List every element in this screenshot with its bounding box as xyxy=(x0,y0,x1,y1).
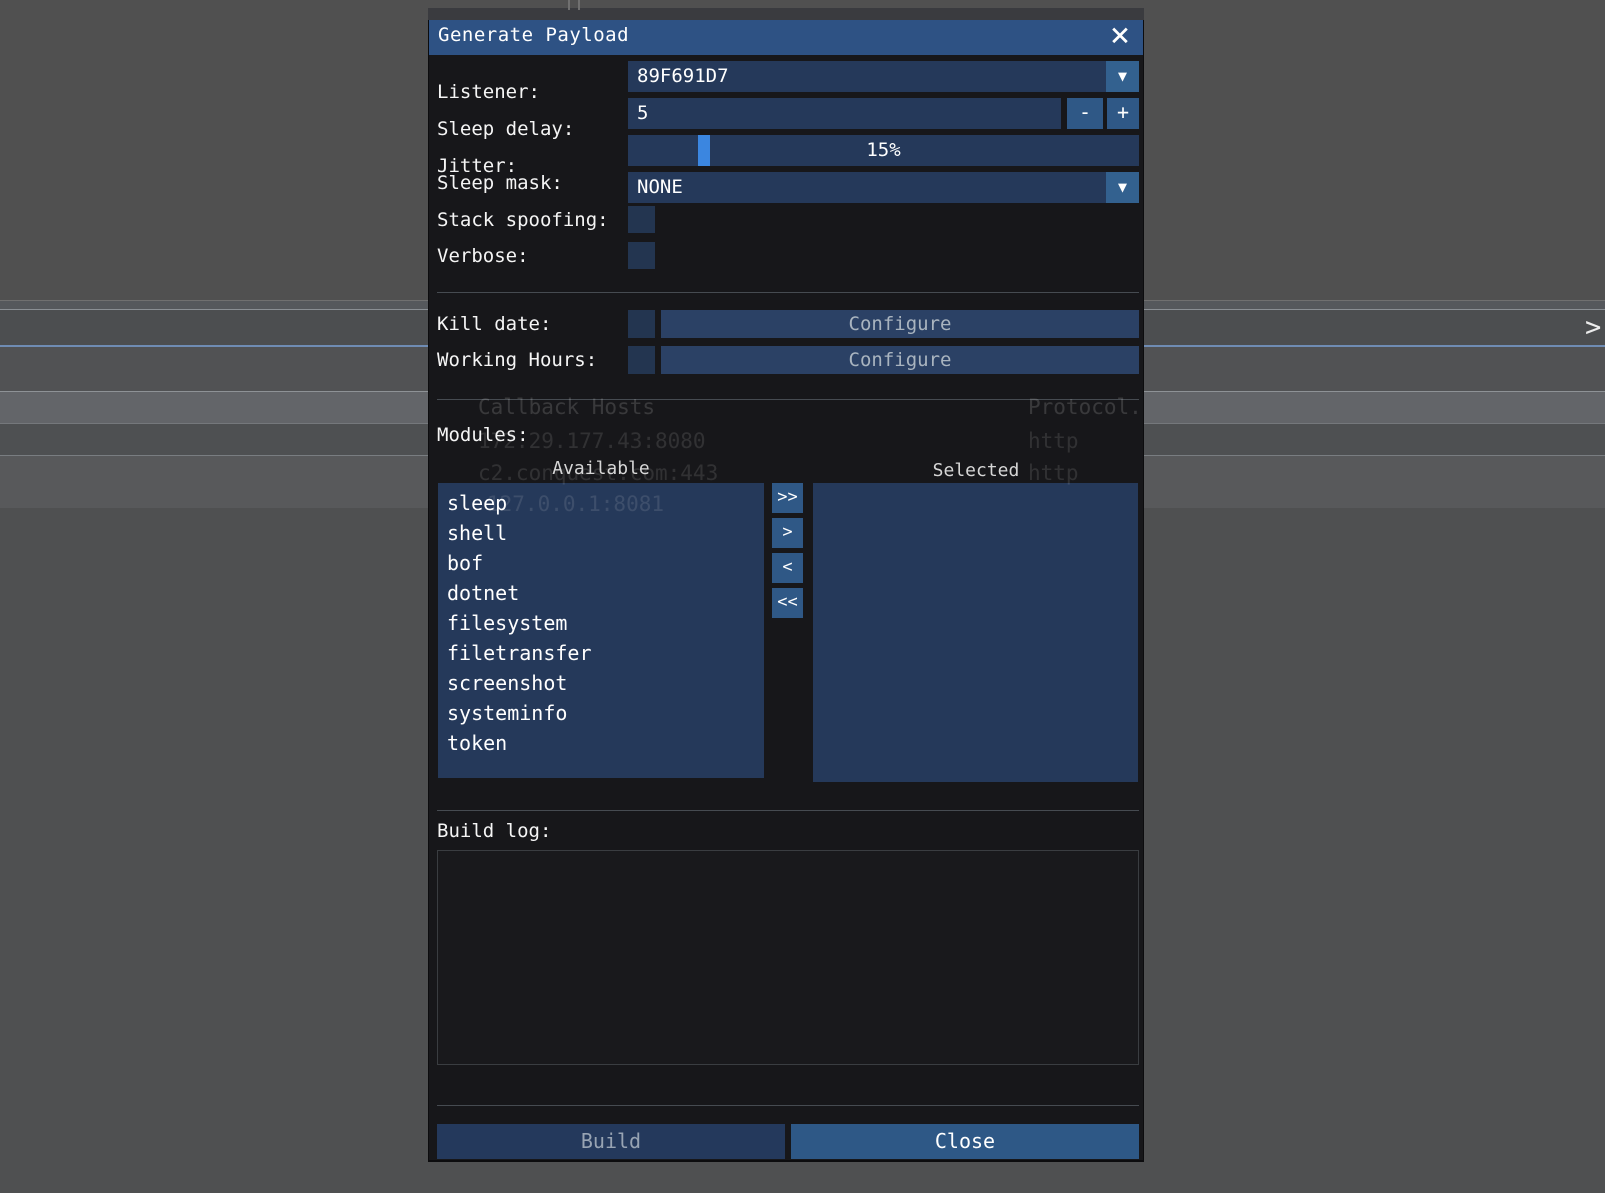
separator xyxy=(437,399,1139,400)
available-list[interactable]: sleepshellbofdotnetfilesystemfiletransfe… xyxy=(438,483,764,778)
listener-dropdown[interactable]: 89F691D7 xyxy=(628,61,1139,92)
dialog-title: Generate Payload xyxy=(438,24,629,46)
working-hours-checkbox[interactable] xyxy=(628,346,655,374)
separator xyxy=(437,810,1139,811)
module-list-item[interactable]: filesystem xyxy=(438,608,764,638)
kill-date-configure-button[interactable]: Configure xyxy=(661,310,1139,338)
modules-label: Modules: xyxy=(437,424,529,446)
add-all-button[interactable]: >> xyxy=(772,483,803,513)
module-list-item[interactable]: screenshot xyxy=(438,668,764,698)
stack-spoofing-checkbox[interactable] xyxy=(628,206,655,233)
remove-all-button[interactable]: << xyxy=(772,588,803,618)
jitter-value: 15% xyxy=(628,135,1139,166)
bg-dark-strip xyxy=(428,8,1144,20)
module-list-item[interactable]: dotnet xyxy=(438,578,764,608)
verbose-checkbox[interactable] xyxy=(628,242,655,269)
sleep-delay-input[interactable]: 5 xyxy=(628,98,1061,129)
kill-date-label: Kill date: xyxy=(437,313,551,335)
build-log-output[interactable] xyxy=(437,850,1139,1065)
close-button[interactable]: Close xyxy=(791,1124,1139,1159)
generate-payload-dialog: Generate Payload × Listener: 89F691D7 ▼ … xyxy=(428,20,1144,1162)
listener-label: Listener: xyxy=(437,81,540,103)
bg-tick-mark xyxy=(568,0,570,10)
dialog-titlebar[interactable]: Generate Payload × xyxy=(429,20,1143,55)
bg-tick-mark xyxy=(578,0,580,10)
sleep-mask-label: Sleep mask: xyxy=(437,172,563,194)
separator xyxy=(437,1105,1139,1106)
sleep-delay-increment-button[interactable]: + xyxy=(1107,98,1139,129)
module-list-item[interactable]: filetransfer xyxy=(438,638,764,668)
chevron-down-icon: ▼ xyxy=(1118,69,1127,84)
close-icon[interactable]: × xyxy=(1105,17,1135,53)
verbose-label: Verbose: xyxy=(437,245,529,267)
kill-date-checkbox[interactable] xyxy=(628,310,655,338)
module-list-item[interactable]: shell xyxy=(438,518,764,548)
module-list-item[interactable]: systeminfo xyxy=(438,698,764,728)
jitter-slider[interactable]: 15% xyxy=(628,135,1139,166)
build-button[interactable]: Build xyxy=(437,1124,785,1159)
available-header: Available xyxy=(552,458,650,479)
stack-spoofing-label: Stack spoofing: xyxy=(437,209,609,231)
working-hours-configure-button[interactable]: Configure xyxy=(661,346,1139,374)
sleep-mask-dropdown[interactable]: NONE xyxy=(628,172,1139,203)
sleep-delay-decrement-button[interactable]: - xyxy=(1067,98,1103,129)
module-list-item[interactable]: token xyxy=(438,728,764,758)
add-button[interactable]: > xyxy=(772,518,803,548)
working-hours-label: Working Hours: xyxy=(437,349,597,371)
module-list-item[interactable]: bof xyxy=(438,548,764,578)
listener-dropdown-button[interactable]: ▼ xyxy=(1106,61,1139,92)
sleep-delay-label: Sleep delay: xyxy=(437,118,574,140)
tab-scroll-right-icon[interactable]: > xyxy=(1585,313,1603,345)
selected-header: Selected xyxy=(933,460,1020,481)
module-list-item[interactable]: sleep xyxy=(438,488,764,518)
sleep-mask-dropdown-button[interactable]: ▼ xyxy=(1106,172,1139,203)
remove-button[interactable]: < xyxy=(772,553,803,583)
selected-list[interactable] xyxy=(813,483,1138,782)
separator xyxy=(437,292,1139,293)
chevron-down-icon: ▼ xyxy=(1118,180,1127,195)
build-log-label: Build log: xyxy=(437,820,551,842)
